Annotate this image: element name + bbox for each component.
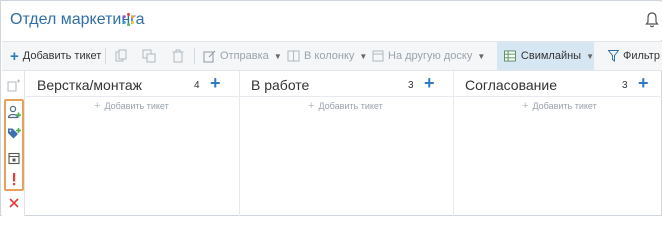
toolbar-divider bbox=[105, 48, 106, 64]
column-in-progress: В работе 3 + + Добавить тикет bbox=[240, 71, 454, 216]
add-ticket-link[interactable]: + Добавить тикет bbox=[522, 100, 597, 112]
column-approval: Согласование 3 + + Добавить тикет bbox=[454, 71, 662, 216]
assign-user-icon[interactable] bbox=[7, 105, 21, 119]
column-header: В работе 3 + bbox=[240, 71, 453, 97]
toolbar: + Добавить тикет Отправка ▼ В колонку ▼ … bbox=[2, 41, 662, 71]
column-icon bbox=[287, 50, 300, 62]
column-header: Согласование 3 + bbox=[454, 71, 662, 97]
send-dropdown[interactable]: Отправка ▼ bbox=[203, 42, 282, 70]
add-ticket-link-label: Добавить тикет bbox=[532, 101, 597, 111]
add-ticket-link[interactable]: + Добавить тикет bbox=[308, 100, 383, 112]
filter-label: Фильтр bbox=[623, 50, 660, 62]
add-ticket-plus-button[interactable]: + bbox=[638, 74, 649, 92]
column-ticket-count: 3 bbox=[408, 80, 414, 91]
column-title: Согласование bbox=[465, 77, 557, 93]
chevron-down-icon: ▼ bbox=[477, 51, 486, 61]
chevron-down-icon: ▼ bbox=[273, 51, 282, 61]
board-icon bbox=[372, 50, 384, 62]
to-other-board-dropdown[interactable]: На другую доску ▼ bbox=[372, 42, 485, 70]
to-column-dropdown[interactable]: В колонку ▼ bbox=[287, 42, 367, 70]
send-label: Отправка bbox=[220, 50, 269, 62]
duplicate-icon[interactable] bbox=[142, 49, 156, 63]
add-tag-icon[interactable] bbox=[7, 127, 21, 141]
add-ticket-link[interactable]: + Добавить тикет bbox=[94, 100, 169, 112]
column-ticket-count: 4 bbox=[194, 80, 200, 91]
to-column-label: В колонку bbox=[304, 50, 355, 62]
app-window: Отдел маркетинга + Добавить тикет Отправ… bbox=[0, 0, 662, 216]
add-ticket-plus-button[interactable]: + bbox=[424, 74, 435, 92]
copy-icon[interactable] bbox=[115, 49, 127, 63]
column-header: Верстка/монтаж 4 + bbox=[26, 71, 239, 97]
swimlanes-dropdown[interactable]: Свимлайны ▼ bbox=[497, 42, 594, 70]
send-icon bbox=[203, 50, 216, 62]
column-layout: Верстка/монтаж 4 + + Добавить тикет bbox=[26, 71, 240, 216]
to-other-board-label: На другую доску bbox=[388, 50, 473, 62]
close-icon[interactable] bbox=[7, 196, 21, 210]
plus-icon: + bbox=[10, 47, 19, 65]
left-action-strip bbox=[2, 71, 25, 216]
add-ticket-link-label: Добавить тикет bbox=[318, 101, 383, 111]
plus-icon: + bbox=[308, 100, 315, 112]
chevron-down-icon: ▼ bbox=[359, 51, 368, 61]
swimlanes-icon bbox=[504, 50, 516, 62]
notifications-bell-icon[interactable] bbox=[645, 11, 659, 29]
filter-button[interactable]: Фильтр bbox=[608, 42, 660, 70]
filter-icon bbox=[608, 50, 619, 62]
add-ticket-button[interactable]: + Добавить тикет bbox=[10, 42, 101, 70]
calendar-icon[interactable] bbox=[7, 151, 21, 165]
swimlanes-label: Свимлайны bbox=[520, 50, 582, 62]
column-ticket-count: 3 bbox=[622, 80, 628, 91]
chevron-down-icon: ▼ bbox=[586, 51, 594, 61]
sync-spinner-icon bbox=[122, 12, 135, 27]
kanban-board: Верстка/монтаж 4 + + Добавить тикет В раб… bbox=[2, 71, 662, 216]
plus-icon: + bbox=[94, 100, 101, 112]
add-ticket-link-label: Добавить тикет bbox=[104, 101, 169, 111]
priority-icon[interactable] bbox=[7, 172, 21, 186]
column-title: Верстка/монтаж bbox=[37, 77, 142, 93]
collapse-icon[interactable] bbox=[7, 79, 21, 93]
delete-icon[interactable] bbox=[172, 49, 184, 63]
plus-icon: + bbox=[522, 100, 529, 112]
add-ticket-plus-button[interactable]: + bbox=[210, 74, 221, 92]
column-title: В работе bbox=[251, 77, 310, 93]
add-ticket-label: Добавить тикет bbox=[22, 50, 102, 62]
toolbar-divider bbox=[194, 48, 195, 64]
title-bar: Отдел маркетинга bbox=[2, 2, 662, 40]
